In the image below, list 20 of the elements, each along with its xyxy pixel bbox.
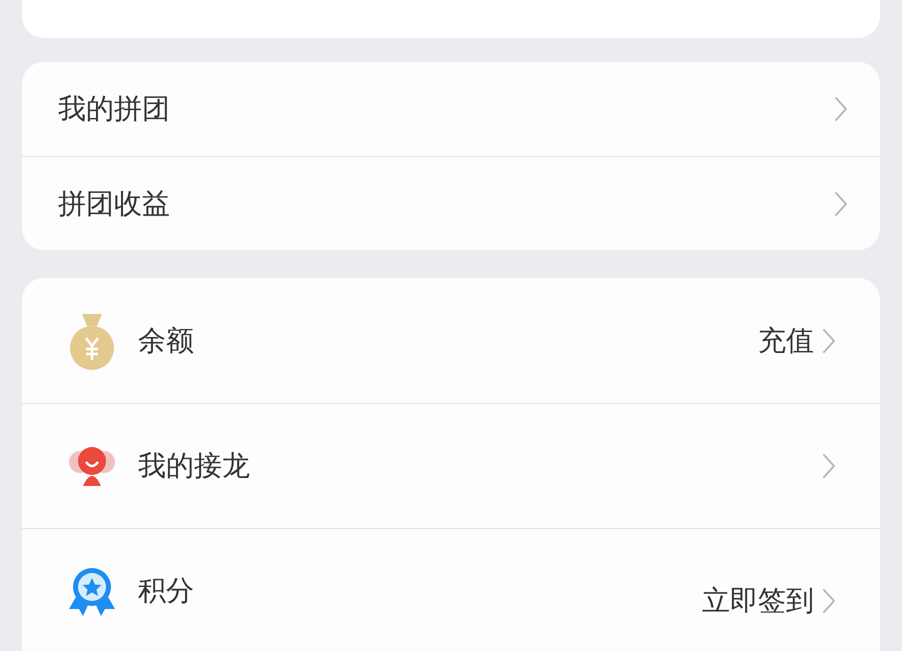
row-action: 立即签到 bbox=[702, 583, 814, 619]
menu-row[interactable]: 积分 立即签到 bbox=[22, 528, 880, 651]
chevron-right-icon bbox=[822, 588, 836, 614]
menu-row[interactable]: 余额 充值 bbox=[22, 278, 880, 403]
menu-row[interactable]: 我的拼团 bbox=[22, 62, 880, 156]
medal-icon bbox=[67, 565, 117, 617]
menu-row[interactable]: 我的接龙 bbox=[22, 403, 880, 528]
chevron-right-icon bbox=[822, 453, 836, 479]
row-label: 拼团收益 bbox=[58, 186, 170, 222]
chevron-right-icon bbox=[822, 328, 836, 354]
row-action: 充值 bbox=[758, 322, 814, 358]
row-label: 我的拼团 bbox=[58, 91, 170, 127]
people-icon bbox=[67, 444, 117, 488]
money-bag-icon bbox=[67, 312, 117, 370]
menu-row[interactable]: 拼团收益 bbox=[22, 156, 880, 250]
row-label: 余额 bbox=[138, 322, 194, 358]
chevron-right-icon bbox=[834, 190, 848, 216]
row-label: 积分 bbox=[138, 573, 194, 609]
chevron-right-icon bbox=[834, 96, 848, 122]
row-label: 我的接龙 bbox=[138, 448, 250, 484]
